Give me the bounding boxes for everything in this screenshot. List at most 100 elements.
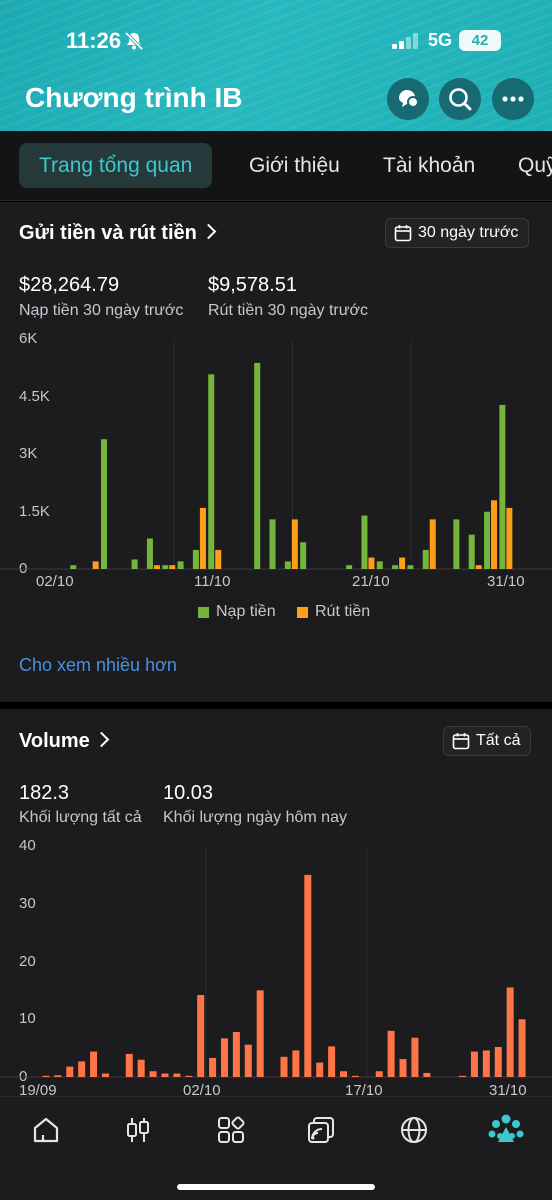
deposit-bar xyxy=(453,519,460,569)
deposit-bar xyxy=(346,565,353,569)
volume-title-link[interactable]: Volume xyxy=(19,730,110,753)
legend-swatch-deposit xyxy=(198,606,209,618)
volume-bar xyxy=(292,1050,300,1077)
withdraw-bar xyxy=(506,507,513,569)
volume-bar xyxy=(256,990,264,1077)
legend-withdraw[interactable]: Rút tiền xyxy=(297,603,370,621)
deposits-title-link[interactable]: Gửi tiền và rút tiền xyxy=(19,222,217,245)
deposit-withdraw-chart xyxy=(0,340,552,570)
legend-swatch-withdraw xyxy=(297,606,308,618)
volume-bar xyxy=(90,1051,98,1077)
calendar-icon xyxy=(452,733,470,750)
volume-period-label: Tất cả xyxy=(476,732,521,749)
search-button[interactable] xyxy=(439,78,481,120)
deposit-bar xyxy=(422,549,429,569)
volume-bar xyxy=(42,1075,50,1077)
withdraw-bar xyxy=(92,561,99,569)
deposit-bar xyxy=(208,374,215,569)
volume-bar xyxy=(232,1031,240,1077)
copy-trading-icon[interactable] xyxy=(306,1115,336,1145)
volume-bar xyxy=(518,1019,526,1077)
volume-today: 10.03 xyxy=(163,782,214,804)
deposit-bar xyxy=(499,404,506,569)
volume-today-label: Khối lượng ngày hôm nay xyxy=(163,809,347,826)
candlestick-icon[interactable] xyxy=(123,1115,153,1145)
volume-bar xyxy=(149,1071,157,1077)
withdraw-bar xyxy=(199,507,206,569)
withdraw-bar xyxy=(491,500,498,569)
home-icon[interactable] xyxy=(31,1115,61,1145)
more-options-button[interactable] xyxy=(492,78,534,120)
volume-bar xyxy=(328,1046,336,1077)
x-tick-label: 02/10 xyxy=(36,573,74,590)
volume-bar xyxy=(78,1061,86,1077)
tab-referral[interactable]: Giới thiệu xyxy=(249,143,340,188)
signal-icon xyxy=(392,33,418,49)
deposit-bar xyxy=(392,565,399,569)
x-tick-label: 31/10 xyxy=(487,573,525,590)
volume-bar xyxy=(375,1071,383,1077)
deposit-total: $28,264.79 xyxy=(19,274,120,296)
globe-icon[interactable] xyxy=(399,1115,429,1145)
volume-total: 182.3 xyxy=(19,782,70,804)
volume-bar xyxy=(506,987,514,1077)
volume-bar xyxy=(423,1072,431,1077)
deposit-bar xyxy=(484,511,491,569)
chat-icon xyxy=(399,90,419,108)
ib-partner-icon[interactable] xyxy=(488,1114,524,1146)
deposit-bar xyxy=(254,362,261,569)
volume-bar xyxy=(137,1059,145,1077)
status-time: 11:26 xyxy=(66,28,122,53)
volume-chart xyxy=(0,846,552,1078)
volume-bar xyxy=(197,994,205,1077)
volume-bar xyxy=(387,1030,395,1077)
deposit-total-label: Nạp tiền 30 ngày trước xyxy=(19,302,184,319)
battery-icon: 42 xyxy=(459,30,501,51)
calendar-icon xyxy=(394,225,412,242)
volume-bar xyxy=(351,1075,359,1077)
volume-bar xyxy=(399,1059,407,1077)
deposit-bar xyxy=(376,561,383,569)
volume-bar xyxy=(340,1071,348,1077)
chevron-right-icon xyxy=(200,223,217,240)
deposits-period-select[interactable]: 30 ngày trước xyxy=(385,218,530,248)
withdraw-bar xyxy=(215,549,222,569)
tab-funds[interactable]: Quỹ xyxy=(518,143,552,188)
volume-bar xyxy=(185,1075,193,1077)
page-title: Chương trình IB xyxy=(25,82,243,113)
deposit-bar xyxy=(131,559,138,569)
deposit-bar xyxy=(284,561,291,569)
deposit-bar xyxy=(177,561,184,569)
tab-accounts[interactable]: Tài khoản xyxy=(383,143,475,188)
withdraw-bar xyxy=(169,565,176,569)
volume-bar xyxy=(173,1073,181,1077)
volume-bar xyxy=(220,1038,228,1077)
withdraw-bar xyxy=(153,565,160,569)
volume-bar xyxy=(54,1075,62,1077)
volume-bar xyxy=(280,1056,288,1077)
chat-button[interactable] xyxy=(387,78,429,120)
withdraw-bar xyxy=(399,557,406,569)
volume-total-label: Khối lượng tất cả xyxy=(19,809,142,826)
volume-bar xyxy=(482,1050,490,1077)
show-more-link[interactable]: Cho xem nhiều hơn xyxy=(19,655,177,676)
home-indicator xyxy=(177,1184,375,1190)
deposit-bar xyxy=(300,542,307,569)
volume-bar xyxy=(411,1037,419,1077)
volume-bar xyxy=(101,1073,109,1077)
volume-bar xyxy=(459,1075,467,1077)
deposits-period-label: 30 ngày trước xyxy=(418,224,519,241)
deposit-bar xyxy=(269,519,276,569)
withdraw-bar xyxy=(429,519,436,569)
app-header: 11:26 5G 42 Chương trình IB xyxy=(0,0,552,131)
deposit-bar xyxy=(162,565,169,569)
legend-deposit[interactable]: Nạp tiền xyxy=(198,603,276,621)
tab-bar: Trang tổng quan Giới thiệu Tài khoản Quỹ xyxy=(0,131,552,201)
deposit-bar xyxy=(192,549,199,569)
withdraw-bar xyxy=(368,557,375,569)
tab-dashboard[interactable]: Trang tổng quan xyxy=(19,143,213,188)
withdraw-bar xyxy=(475,565,482,569)
apps-grid-icon[interactable] xyxy=(216,1115,246,1145)
volume-bar xyxy=(470,1051,478,1077)
volume-period-select[interactable]: Tất cả xyxy=(443,726,532,756)
